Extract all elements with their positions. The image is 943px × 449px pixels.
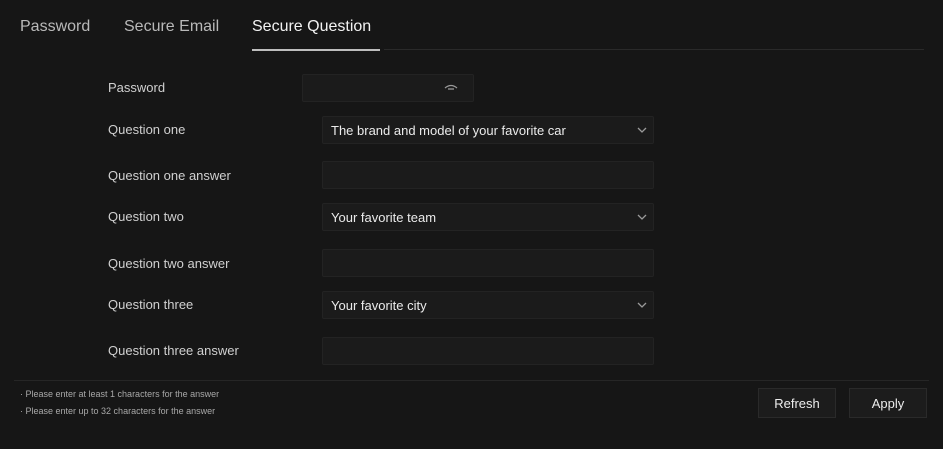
tab-password[interactable]: Password — [20, 18, 90, 36]
question-one-label: Question one — [108, 122, 186, 137]
question-two-answer-label: Question two answer — [108, 256, 230, 271]
question-three-value: Your favorite city — [331, 297, 427, 313]
apply-button[interactable]: Apply — [849, 388, 927, 418]
min-length-note: · Please enter at least 1 characters for… — [20, 389, 220, 399]
question-one-select[interactable]: The brand and model of your favorite car — [322, 116, 654, 144]
tab-secure-email[interactable]: Secure Email — [124, 18, 219, 36]
chevron-down-icon — [637, 214, 647, 220]
password-label: Password — [108, 80, 166, 95]
question-one-answer-label: Question one answer — [108, 168, 231, 183]
active-tab-indicator — [252, 49, 380, 51]
tab-divider — [384, 49, 924, 50]
question-three-answer-label: Question three answer — [108, 343, 239, 358]
max-length-note: · Please enter up to 32 characters for t… — [20, 406, 216, 416]
question-one-answer-field[interactable] — [322, 161, 654, 189]
chevron-down-icon — [637, 302, 647, 308]
chevron-down-icon — [637, 127, 647, 133]
question-two-value: Your favorite team — [331, 209, 437, 225]
question-three-select[interactable]: Your favorite city — [322, 291, 654, 319]
eye-icon[interactable] — [444, 84, 458, 92]
refresh-button[interactable]: Refresh — [758, 388, 836, 418]
question-two-label: Question two — [108, 209, 184, 224]
secure-question-panel: Password Secure Email Secure Question Pa… — [0, 0, 943, 449]
tab-bar: Password Secure Email Secure Question — [0, 0, 943, 52]
question-one-value: The brand and model of your favorite car — [331, 122, 566, 138]
question-two-select[interactable]: Your favorite team — [322, 203, 654, 231]
question-two-answer-field[interactable] — [322, 249, 654, 277]
question-three-answer-field[interactable] — [322, 337, 654, 365]
question-three-label: Question three — [108, 297, 194, 312]
tab-secure-question[interactable]: Secure Question — [252, 18, 371, 36]
footer-divider — [14, 380, 929, 381]
